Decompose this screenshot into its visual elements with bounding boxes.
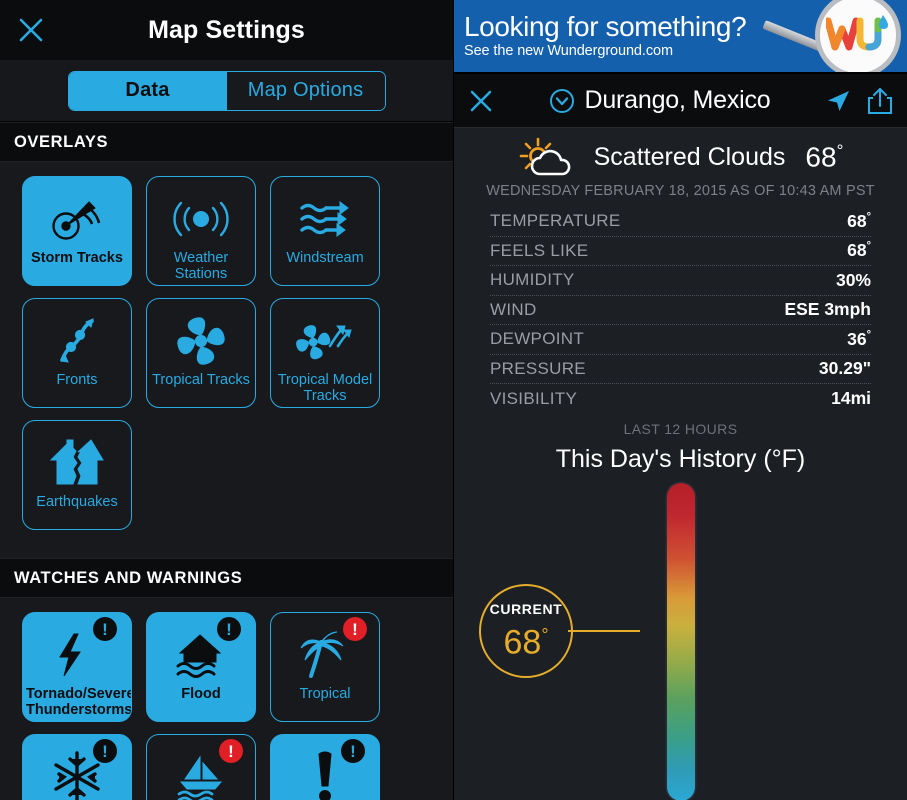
detail-row-temperature: TEMPERATURE 68°	[490, 207, 871, 237]
alert-badge: !	[93, 617, 117, 641]
app-root: Map Settings Data Map Options OVERLAYS S…	[0, 0, 907, 800]
ad-headline: Looking for something?	[464, 11, 747, 42]
tile-label: Tornado/Severe Thunderstorms	[26, 686, 132, 718]
current-marker-value: 68°	[503, 623, 549, 662]
alert-badge: !	[219, 739, 243, 763]
tile-windstream[interactable]: Windstream	[270, 176, 380, 286]
tile-storm-tracks[interactable]: Storm Tracks	[22, 176, 132, 286]
alert-badge: !	[343, 617, 367, 641]
tile-label: Tropical Tracks	[152, 372, 250, 388]
location-name: Durango, Mexico	[584, 86, 771, 114]
storm-radar-icon	[23, 187, 131, 251]
tile-label: Tropical Model Tracks	[277, 372, 373, 404]
current-temperature: 68°	[805, 140, 844, 173]
observation-timestamp: WEDNESDAY FEBRUARY 18, 2015 AS OF 10:43 …	[486, 183, 875, 199]
detail-label: HUMIDITY	[490, 270, 575, 290]
chevron-down-circle-icon[interactable]	[549, 88, 575, 114]
detail-label: VISIBILITY	[490, 388, 578, 408]
sun-behind-cloud-icon	[519, 137, 570, 176]
wu-magnifier-logo	[815, 0, 901, 72]
tile-other-alerts[interactable]: !	[270, 734, 380, 800]
page-title: Map Settings	[148, 15, 305, 44]
detail-label: TEMPERATURE	[490, 211, 621, 231]
current-marker-connector	[568, 629, 640, 632]
section-header-overlays: OVERLAYS	[0, 122, 453, 162]
detail-label: WIND	[490, 299, 537, 319]
close-x-icon[interactable]	[468, 88, 494, 114]
hurricane-model-icon	[271, 309, 379, 373]
close-x-icon[interactable]	[16, 15, 46, 45]
map-settings-panel: Map Settings Data Map Options OVERLAYS S…	[0, 0, 453, 800]
tile-label: Windstream	[286, 250, 364, 266]
tile-tropical-tracks[interactable]: Tropical Tracks	[146, 298, 256, 408]
tile-label: Earthquakes	[36, 494, 118, 510]
hurricane-icon	[147, 309, 255, 373]
history-subtitle: LAST 12 HOURS	[623, 420, 738, 437]
map-settings-header: Map Settings	[0, 0, 453, 60]
detail-row-humidity: HUMIDITY 30%	[490, 266, 871, 296]
detail-row-visibility: VISIBILITY 14mi	[490, 384, 871, 414]
weather-panel: Looking for something? See the new Wunde…	[454, 0, 907, 800]
detail-row-dewpoint: DEWPOINT 36°	[490, 325, 871, 355]
detail-value: 30.29"	[818, 358, 871, 379]
ad-banner[interactable]: Looking for something? See the new Wunde…	[454, 0, 907, 74]
detail-label: FEELS LIKE	[490, 240, 589, 260]
tile-label: Flood	[181, 686, 221, 702]
ad-text: Looking for something? See the new Wunde…	[454, 11, 747, 60]
watches-warnings-grid: ! Tornado/Severe Thunderstorms ! Flood !…	[0, 598, 453, 800]
current-temperature-marker: CURRENT 68°	[479, 583, 573, 678]
tile-label: Weather Stations	[173, 250, 229, 282]
weather-front-icon	[23, 309, 131, 373]
section-header-watches-warnings: WATCHES AND WARNINGS	[0, 558, 453, 598]
alert-badge: !	[93, 739, 117, 763]
tile-weather-stations[interactable]: Weather Stations	[146, 176, 256, 286]
tab-data[interactable]: Data	[68, 71, 227, 110]
tab-map-options[interactable]: Map Options	[226, 71, 385, 110]
alert-badge: !	[217, 617, 241, 641]
detail-row-feels-like: FEELS LIKE 68°	[490, 237, 871, 266]
ad-subline: See the new Wunderground.com	[464, 43, 673, 59]
share-icon[interactable]	[867, 87, 893, 115]
detail-value: 36°	[847, 328, 871, 349]
detail-value: 68°	[847, 210, 871, 231]
location-selector[interactable]: Durango, Mexico	[494, 86, 825, 115]
location-bar: Durango, Mexico	[454, 74, 907, 128]
detail-value: ESE 3mph	[784, 299, 871, 320]
detail-row-wind: WIND ESE 3mph	[490, 296, 871, 325]
tile-tornado-severe-thunderstorms[interactable]: ! Tornado/Severe Thunderstorms	[22, 612, 132, 722]
tile-winter-weather[interactable]: !	[22, 734, 132, 800]
tab-bar: Data Map Options	[0, 60, 453, 122]
tile-label: Tropical	[299, 686, 351, 702]
tile-marine[interactable]: !	[146, 734, 256, 800]
detail-row-pressure: PRESSURE 30.29"	[490, 355, 871, 384]
navigation-arrow-icon[interactable]	[825, 88, 851, 114]
detail-value: 68°	[847, 240, 871, 261]
history-title: This Day's History (°F)	[555, 444, 806, 473]
detail-value: 30%	[835, 269, 871, 290]
detail-label: PRESSURE	[490, 358, 586, 378]
temperature-gradient-bar[interactable]	[666, 482, 695, 800]
segmented-control: Data Map Options	[67, 70, 386, 111]
weather-details-list: TEMPERATURE 68° FEELS LIKE 68° HUMIDITY …	[454, 207, 907, 414]
location-actions	[825, 87, 893, 115]
tile-flood[interactable]: ! Flood	[146, 612, 256, 722]
detail-label: DEWPOINT	[490, 329, 585, 349]
overlays-grid: Storm Tracks Weather Stations Windstream…	[0, 162, 453, 530]
windstream-icon	[271, 187, 379, 251]
current-conditions-row: Scattered Clouds 68°	[454, 128, 907, 176]
current-marker-label: CURRENT	[489, 600, 563, 617]
condition-text: Scattered Clouds	[593, 142, 786, 171]
tile-earthquakes[interactable]: Earthquakes	[22, 420, 132, 530]
history-chart: CURRENT 68°	[454, 474, 907, 800]
cracked-house-icon	[23, 431, 131, 495]
detail-value: 14mi	[831, 388, 871, 409]
tile-tropical-model-tracks[interactable]: Tropical Model Tracks	[270, 298, 380, 408]
weather-station-icon	[147, 187, 255, 251]
tile-label: Storm Tracks	[31, 250, 123, 266]
tile-fronts[interactable]: Fronts	[22, 298, 132, 408]
tile-tropical[interactable]: ! Tropical	[270, 612, 380, 722]
tile-label: Fronts	[56, 372, 98, 388]
alert-badge: !	[341, 739, 365, 763]
